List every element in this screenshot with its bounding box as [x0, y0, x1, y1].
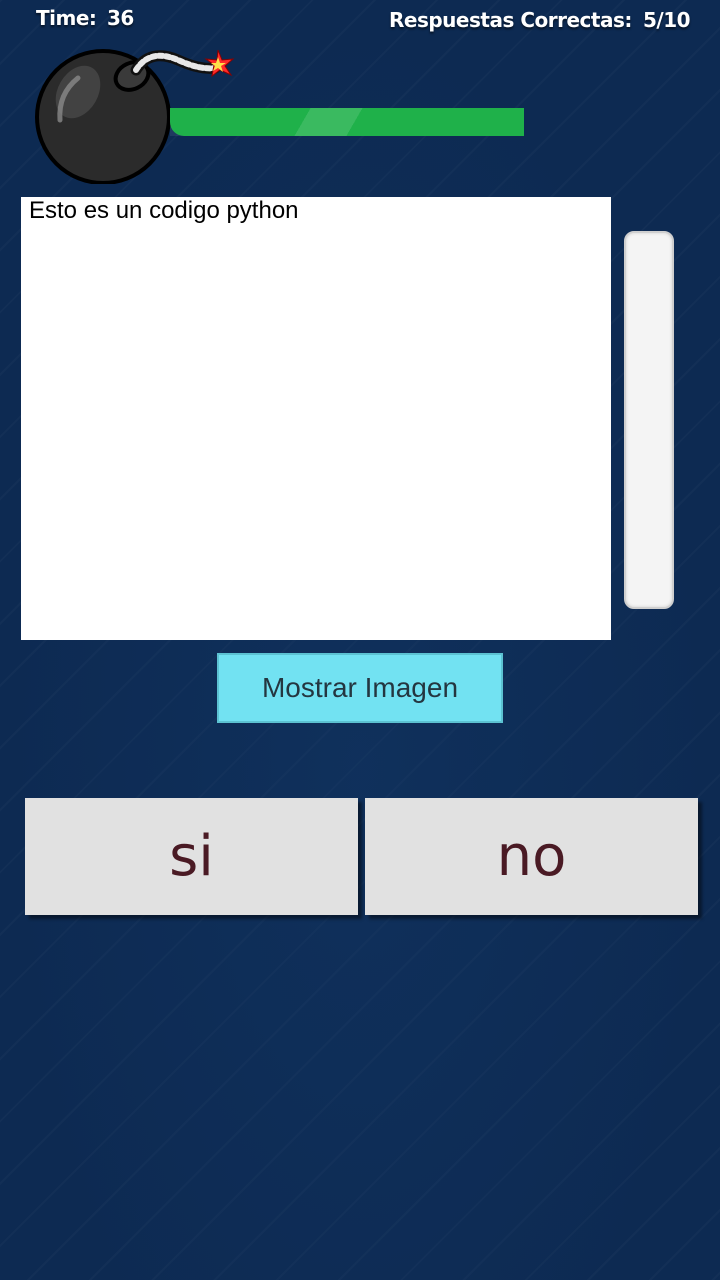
score-label: Respuestas Correctas: [389, 8, 632, 32]
show-image-button[interactable]: Mostrar Imagen [217, 653, 503, 723]
answer-no-button[interactable]: no [365, 798, 698, 915]
timer-progress-fill [170, 108, 524, 136]
time-value: 36 [107, 6, 134, 30]
code-text: Esto es un codigo python [29, 197, 299, 224]
timer-progress-bar [170, 108, 524, 136]
scrollbar[interactable] [624, 231, 674, 609]
time-label: Time: [36, 6, 97, 30]
score-value: 5/10 [643, 8, 691, 32]
code-text-panel[interactable]: Esto es un codigo python [21, 197, 611, 640]
answer-yes-button[interactable]: si [25, 798, 358, 915]
